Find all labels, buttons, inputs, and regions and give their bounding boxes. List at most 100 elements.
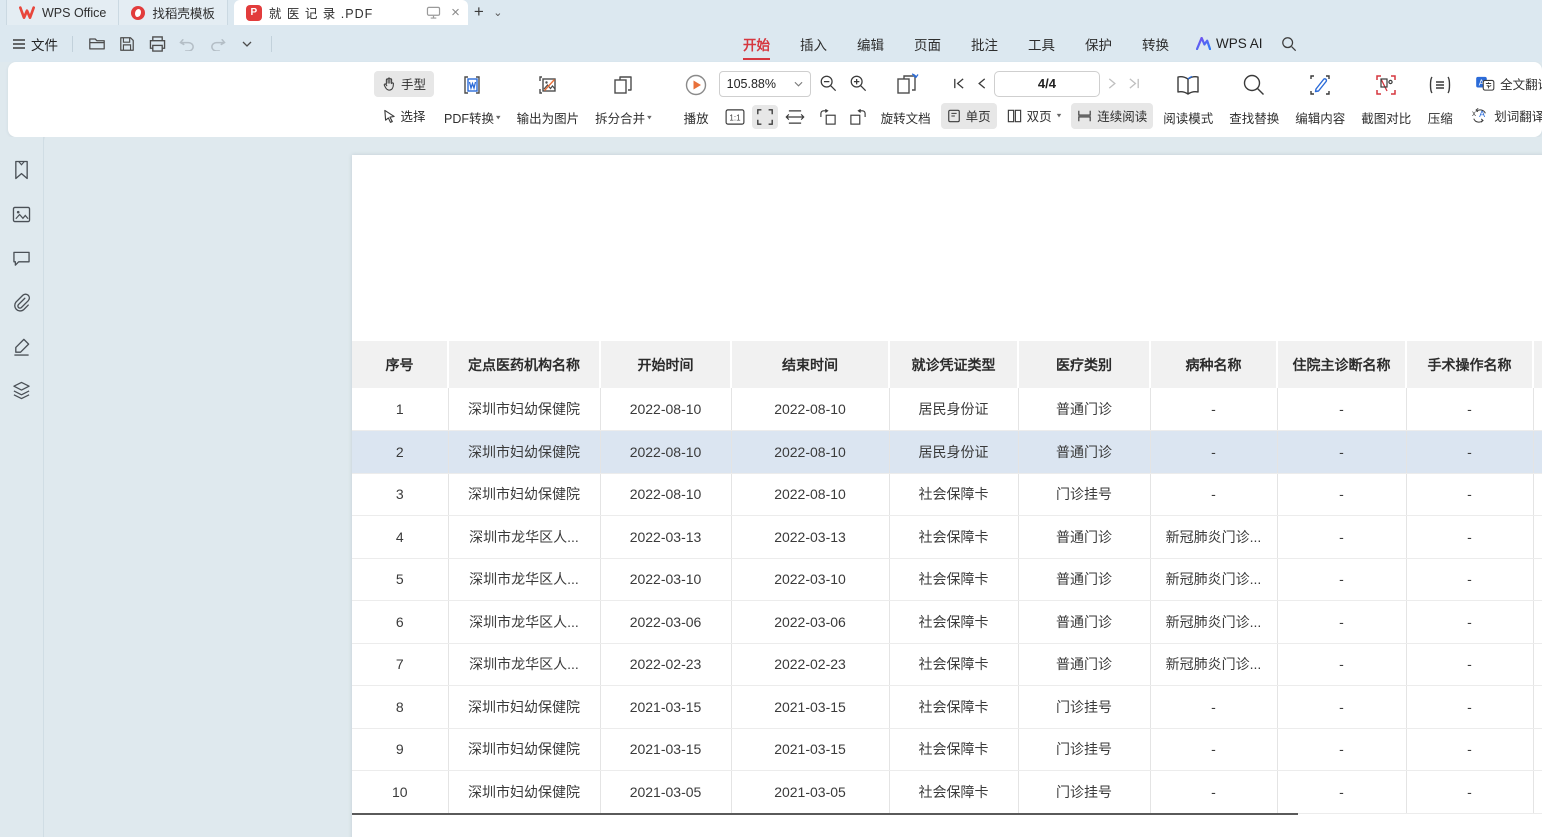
zoom-level-combobox[interactable]: 105.88% xyxy=(719,71,811,97)
table-cell xyxy=(1533,771,1542,814)
double-page-icon xyxy=(1007,109,1022,123)
continuous-reading-button[interactable]: 连续阅读 xyxy=(1071,103,1153,129)
actual-size-button[interactable]: 1:1 xyxy=(722,105,748,129)
fit-width-button[interactable] xyxy=(782,105,808,129)
export-as-image-button[interactable]: 输出为图片 xyxy=(511,71,586,129)
wps-ai-button[interactable]: WPS AI xyxy=(1184,36,1275,51)
tab-docer-templates[interactable]: 找稻壳模板 xyxy=(119,0,228,25)
table-cell: 普通门诊 xyxy=(1018,601,1150,644)
attachment-icon[interactable] xyxy=(11,291,33,313)
tab-list-chevron-icon[interactable]: ⌄ xyxy=(490,1,506,23)
table-cell: - xyxy=(1406,686,1533,729)
table-cell: 2021-03-05 xyxy=(600,771,731,814)
table-cell xyxy=(1533,686,1542,729)
zoom-in-icon xyxy=(849,74,867,92)
table-cell: 社会保障卡 xyxy=(889,771,1018,814)
table-header-cell: 住院主诊断名称 xyxy=(1277,341,1406,388)
next-page-button[interactable] xyxy=(1104,73,1122,95)
table-row: 8深圳市妇幼保健院2021-03-152021-03-15社会保障卡门诊挂号--… xyxy=(352,686,1542,729)
table-cell: 3 xyxy=(352,473,448,516)
comment-icon[interactable] xyxy=(11,247,33,269)
table-cell: 2021-03-15 xyxy=(600,686,731,729)
ribbon-menu: 开始 插入 编辑 页面 批注 工具 保护 转换 WPS AI xyxy=(728,25,1299,62)
layers-icon[interactable] xyxy=(11,379,33,401)
read-mode-button[interactable]: 阅读模式 xyxy=(1157,71,1219,129)
menu-bar: 文件 开始 插入 编辑 页面 批注 工具 保护 转换 xyxy=(0,25,1542,62)
new-tab-button[interactable]: + xyxy=(468,1,490,23)
tab-label: 就 医 记 录 .PDF xyxy=(269,3,373,22)
page-indicator-input[interactable]: 4/4 xyxy=(994,71,1100,97)
tab-close-icon[interactable]: × xyxy=(451,5,460,20)
menu-item-edit[interactable]: 编辑 xyxy=(842,25,899,62)
more-quick-actions-chevron-icon[interactable] xyxy=(237,34,257,54)
play-slideshow-button[interactable]: 播放 xyxy=(678,71,715,129)
select-tool-label: 选择 xyxy=(401,106,426,125)
select-tool-button[interactable]: 选择 xyxy=(375,103,434,129)
zoom-out-button[interactable] xyxy=(815,71,841,95)
table-cell: - xyxy=(1277,771,1406,814)
screen-cast-icon[interactable] xyxy=(426,6,441,19)
menu-item-comment[interactable]: 批注 xyxy=(956,25,1013,62)
table-cell: 门诊挂号 xyxy=(1018,473,1150,516)
svg-text:x: x xyxy=(1472,109,1476,118)
rotate-left-button[interactable] xyxy=(815,105,841,129)
continuous-reading-icon xyxy=(1077,109,1092,123)
menu-item-protect[interactable]: 保护 xyxy=(1070,25,1127,62)
menu-item-insert[interactable]: 插入 xyxy=(785,25,842,62)
pdf-convert-button[interactable]: PDF转换▾ xyxy=(438,71,507,129)
single-page-view-button[interactable]: 单页 xyxy=(941,103,997,129)
tab-wps-office[interactable]: WPS Office xyxy=(6,0,119,25)
split-merge-button[interactable]: 拆分合并▾ xyxy=(589,71,658,129)
previous-page-button[interactable] xyxy=(972,73,990,95)
undo-button[interactable] xyxy=(177,34,197,54)
file-menu-button[interactable]: 文件 xyxy=(12,34,58,54)
table-cell: - xyxy=(1277,601,1406,644)
find-replace-button[interactable]: 查找替换 xyxy=(1223,71,1285,129)
menu-item-convert[interactable]: 转换 xyxy=(1127,25,1184,62)
fit-width-icon xyxy=(785,110,805,124)
table-cell: 2 xyxy=(352,431,448,474)
table-cell: 新冠肺炎门诊... xyxy=(1150,516,1277,559)
table-cell: 1 xyxy=(352,388,448,431)
table-cell: 深圳市妇幼保健院 xyxy=(448,686,600,729)
save-button[interactable] xyxy=(117,34,137,54)
screenshot-compare-label: 截图对比 xyxy=(1361,108,1411,127)
table-cell: 2022-08-10 xyxy=(600,473,731,516)
word-translate-button[interactable]: xA 划词翻译 ▾ xyxy=(1463,103,1542,129)
table-cell: 2021-03-05 xyxy=(731,771,889,814)
table-cell xyxy=(1533,516,1542,559)
zoom-in-button[interactable] xyxy=(845,71,871,95)
menu-item-tools[interactable]: 工具 xyxy=(1013,25,1070,62)
table-cell xyxy=(1533,601,1542,644)
double-page-view-button[interactable]: 双页 ▾ xyxy=(1001,103,1068,129)
tab-document-pdf[interactable]: P 就 医 记 录 .PDF × xyxy=(234,0,468,25)
full-text-translate-button[interactable]: A 全文翻译 xyxy=(1467,71,1542,97)
translate-group: A 全文翻译 xA 划词翻译 ▾ xyxy=(1463,71,1542,129)
redo-button[interactable] xyxy=(207,34,227,54)
thumbnail-icon[interactable] xyxy=(11,203,33,225)
table-cell: 2022-03-10 xyxy=(731,558,889,601)
rotate-document-button[interactable]: 旋转文档 xyxy=(875,71,937,129)
first-page-button[interactable] xyxy=(950,73,968,95)
edit-content-button[interactable]: 编辑内容 xyxy=(1289,71,1351,129)
menu-item-home[interactable]: 开始 xyxy=(728,25,785,62)
rotate-right-button[interactable] xyxy=(845,105,871,129)
bookmark-icon[interactable] xyxy=(11,159,33,181)
document-canvas[interactable]: 序号定点医药机构名称开始时间结束时间就诊凭证类型医疗类别病种名称住院主诊断名称手… xyxy=(45,137,1542,837)
menu-item-page[interactable]: 页面 xyxy=(899,25,956,62)
table-cell xyxy=(1533,388,1542,431)
table-cell: 普通门诊 xyxy=(1018,516,1150,559)
table-header-cell: 医疗类别 xyxy=(1018,341,1150,388)
pdf-convert-label: PDF转换 xyxy=(444,108,494,127)
compress-button[interactable]: 压缩 xyxy=(1421,71,1459,129)
tab-gap xyxy=(228,0,234,25)
fit-page-button[interactable] xyxy=(752,105,778,129)
last-page-button[interactable] xyxy=(1126,73,1144,95)
open-file-button[interactable] xyxy=(87,34,107,54)
screenshot-compare-button[interactable]: 截图对比 xyxy=(1355,71,1417,129)
continuous-reading-label: 连续阅读 xyxy=(1097,106,1147,125)
print-button[interactable] xyxy=(147,34,167,54)
ribbon-search-icon[interactable] xyxy=(1279,34,1299,54)
hand-tool-button[interactable]: 手型 xyxy=(374,71,434,97)
signature-icon[interactable] xyxy=(11,335,33,357)
